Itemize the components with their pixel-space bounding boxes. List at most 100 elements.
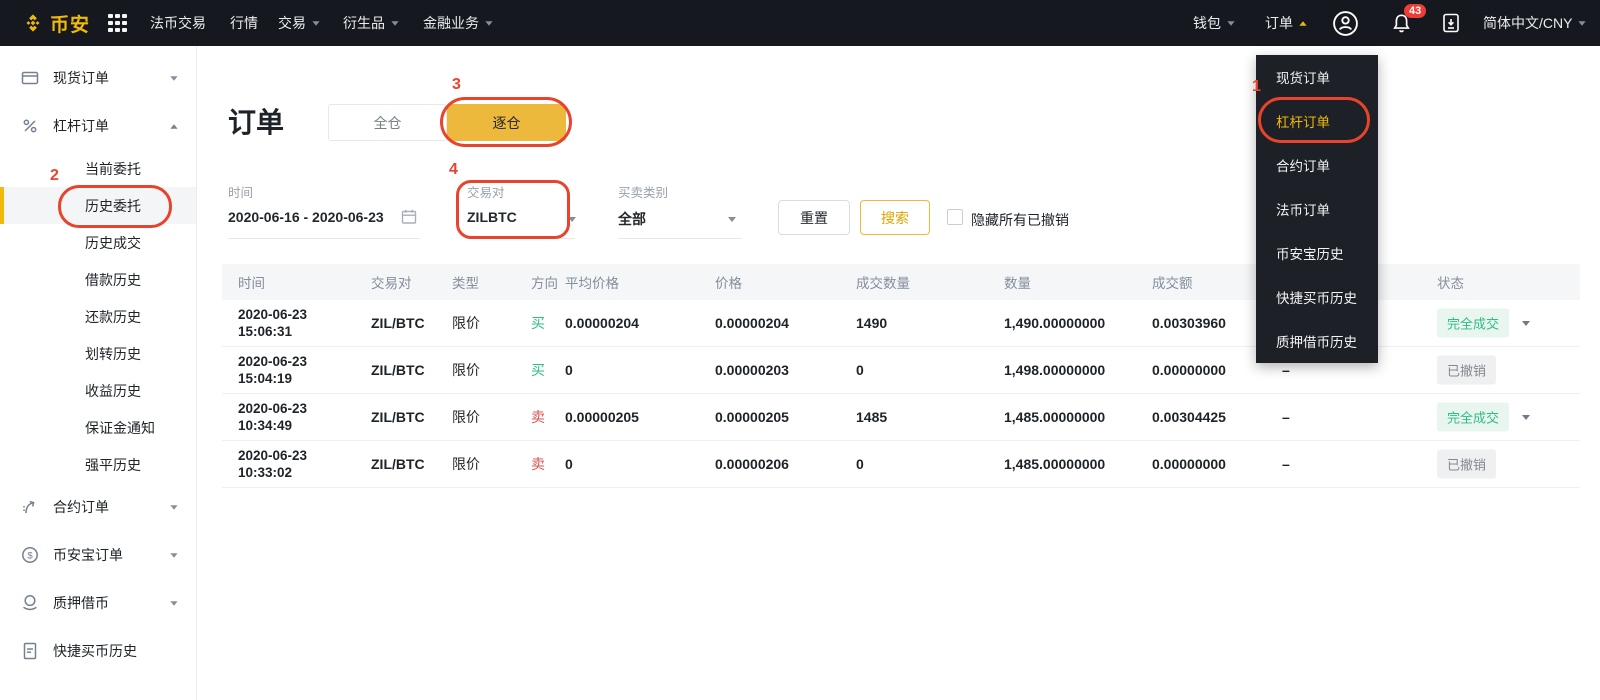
sidebar-item-interest-history[interactable]: 收益历史 bbox=[0, 372, 196, 409]
cell-avg_price: 0 bbox=[565, 456, 573, 472]
cell-status: 完全成交 bbox=[1437, 308, 1510, 338]
reset-button[interactable]: 重置 bbox=[778, 200, 850, 235]
table-row: 2020-06-23 10:34:49 ZIL/BTC 限价 卖 0.00000205 0.… bbox=[222, 394, 1580, 441]
date-range-input[interactable]: 2020-06-16 - 2020-06-23 bbox=[228, 209, 384, 225]
status-badge: 已撤销 bbox=[1437, 355, 1497, 385]
chevron-down-icon bbox=[485, 20, 493, 26]
sidebar-item-repay-history[interactable]: 还款历史 bbox=[0, 298, 196, 335]
chevron-up-icon bbox=[1299, 20, 1307, 26]
cross-margin-tab[interactable]: 全仓 bbox=[328, 104, 447, 141]
chevron-down-icon bbox=[391, 20, 399, 26]
cell-filled_qty: 0 bbox=[856, 362, 864, 378]
binance-diamond-icon bbox=[26, 14, 40, 32]
hide-canceled-checkbox[interactable] bbox=[947, 209, 963, 225]
calendar-icon[interactable] bbox=[400, 208, 418, 229]
cell-qty: 1,498.00000000 bbox=[1004, 362, 1106, 378]
header-filled_qty: 成交数量 bbox=[856, 276, 910, 291]
apps-grid-icon[interactable] bbox=[108, 0, 127, 46]
sidebar-item-transfer-history[interactable]: 划转历史 bbox=[0, 335, 196, 372]
percent-icon bbox=[20, 116, 40, 136]
side-select[interactable]: 全部 bbox=[618, 209, 646, 229]
hide-canceled-label: 隐藏所有已撤销 bbox=[971, 212, 1069, 228]
app-download-icon[interactable] bbox=[1441, 0, 1461, 46]
cell-type: 限价 bbox=[452, 409, 480, 425]
search-button[interactable]: 搜索 bbox=[860, 200, 930, 235]
chevron-down-icon bbox=[312, 20, 320, 26]
page-title: 订单 bbox=[228, 107, 285, 138]
cell-trigger: – bbox=[1282, 409, 1290, 425]
language-currency-selector[interactable]: 简体中文/CNY bbox=[1483, 0, 1587, 46]
sidebar-item-margin-call[interactable]: 保证金通知 bbox=[0, 409, 196, 446]
binance-logo[interactable]: 币安 bbox=[22, 0, 90, 46]
sidebar-item-trade-history[interactable]: 历史成交 bbox=[0, 224, 196, 261]
header-status: 状态 bbox=[1437, 276, 1464, 291]
sidebar-item-borrow-history[interactable]: 借款历史 bbox=[0, 261, 196, 298]
cell-total: 0.00000000 bbox=[1152, 456, 1226, 472]
orders-menu-item-spot[interactable]: 现货订单 bbox=[1256, 55, 1378, 99]
nav-item-markets[interactable]: 行情 bbox=[230, 0, 258, 46]
nav-item-finance[interactable]: 金融业务 bbox=[423, 0, 493, 46]
nav-item-orders[interactable]: 订单 bbox=[1265, 0, 1307, 46]
header-qty: 数量 bbox=[1004, 276, 1031, 291]
sidebar-item-open-orders[interactable]: 当前委托 bbox=[0, 150, 196, 187]
orders-menu-item-savings-history[interactable]: 币安宝历史 bbox=[1256, 231, 1378, 275]
cell-status: 已撤销 bbox=[1437, 355, 1497, 385]
expand-row-icon[interactable] bbox=[1522, 415, 1530, 420]
cell-side: 买 bbox=[531, 315, 545, 331]
cell-side: 买 bbox=[531, 362, 545, 378]
pair-select[interactable]: ZILBTC bbox=[467, 209, 517, 225]
chevron-up-icon bbox=[170, 123, 178, 129]
isolated-margin-tab[interactable]: 逐仓 bbox=[447, 104, 566, 141]
orders-menu-item-margin[interactable]: 杠杆订单 bbox=[1256, 99, 1378, 143]
nav-item-derivatives[interactable]: 衍生品 bbox=[343, 0, 399, 46]
nav-item-trade[interactable]: 交易 bbox=[278, 0, 320, 46]
orders-menu-item-quick-buy-history[interactable]: 快捷买币历史 bbox=[1256, 275, 1378, 319]
pair-filter-label: 交易对 bbox=[467, 186, 505, 200]
orders-dropdown-menu: 现货订单 杠杆订单 合约订单 法币订单 币安宝历史 快捷买币历史 质押借币历史 bbox=[1256, 55, 1378, 363]
orders-menu-item-fiat[interactable]: 法币订单 bbox=[1256, 187, 1378, 231]
orders-menu-item-futures[interactable]: 合约订单 bbox=[1256, 143, 1378, 187]
sidebar-item-order-history[interactable]: 历史委托 bbox=[0, 187, 196, 224]
arrow-up-curve-icon bbox=[20, 497, 40, 517]
cell-trigger: – bbox=[1282, 362, 1290, 378]
status-badge: 完全成交 bbox=[1437, 402, 1510, 432]
sidebar-item-futures-orders[interactable]: 合约订单 bbox=[0, 483, 196, 531]
cell-side: 卖 bbox=[531, 409, 545, 425]
side-filter-label: 买卖类别 bbox=[618, 186, 669, 200]
notification-count-badge: 43 bbox=[1404, 4, 1427, 18]
sidebar-item-margin-orders[interactable]: 杠杆订单 bbox=[0, 102, 196, 150]
chevron-down-icon bbox=[568, 217, 576, 222]
nav-item-wallet[interactable]: 钱包 bbox=[1193, 0, 1235, 46]
cell-type: 限价 bbox=[452, 456, 480, 472]
dollar-circle-icon: $ bbox=[20, 545, 40, 565]
nav-item-fiat[interactable]: 法币交易 bbox=[150, 0, 206, 46]
chevron-down-icon bbox=[170, 552, 178, 558]
cell-total: 0.00000000 bbox=[1152, 362, 1226, 378]
cell-type: 限价 bbox=[452, 362, 480, 378]
sidebar-item-crypto-loans[interactable]: 质押借币 bbox=[0, 579, 196, 627]
user-icon[interactable] bbox=[1332, 0, 1359, 46]
chevron-down-icon bbox=[1227, 20, 1235, 26]
chevron-down-icon bbox=[170, 600, 178, 606]
header-side: 方向 bbox=[531, 276, 558, 291]
sidebar-item-liquidation-history[interactable]: 强平历史 bbox=[0, 446, 196, 483]
sidebar-item-quick-buy-history[interactable]: 快捷买币历史 bbox=[0, 627, 196, 675]
date-filter-label: 时间 bbox=[228, 186, 254, 200]
header-price: 价格 bbox=[715, 276, 742, 291]
expand-row-icon[interactable] bbox=[1522, 321, 1530, 326]
cell-avg_price: 0.00000204 bbox=[565, 315, 639, 331]
cell-avg_price: 0.00000205 bbox=[565, 409, 639, 425]
cell-filled_qty: 1490 bbox=[856, 315, 888, 331]
orders-menu-item-loan-history[interactable]: 质押借币历史 bbox=[1256, 319, 1378, 363]
sidebar-item-savings-orders[interactable]: $ 币安宝订单 bbox=[0, 531, 196, 579]
cell-dt: 2020-06-23 15:06:31 bbox=[238, 307, 308, 339]
cell-status: 已撤销 bbox=[1437, 449, 1497, 479]
cell-side: 卖 bbox=[531, 456, 545, 472]
brand-text: 币安 bbox=[50, 14, 91, 36]
sidebar-item-spot-orders[interactable]: 现货订单 bbox=[0, 54, 196, 102]
cell-qty: 1,485.00000000 bbox=[1004, 456, 1106, 472]
cell-avg_price: 0 bbox=[565, 362, 573, 378]
header-total: 成交额 bbox=[1152, 276, 1193, 291]
cell-qty: 1,490.00000000 bbox=[1004, 315, 1106, 331]
cell-qty: 1,485.00000000 bbox=[1004, 409, 1106, 425]
